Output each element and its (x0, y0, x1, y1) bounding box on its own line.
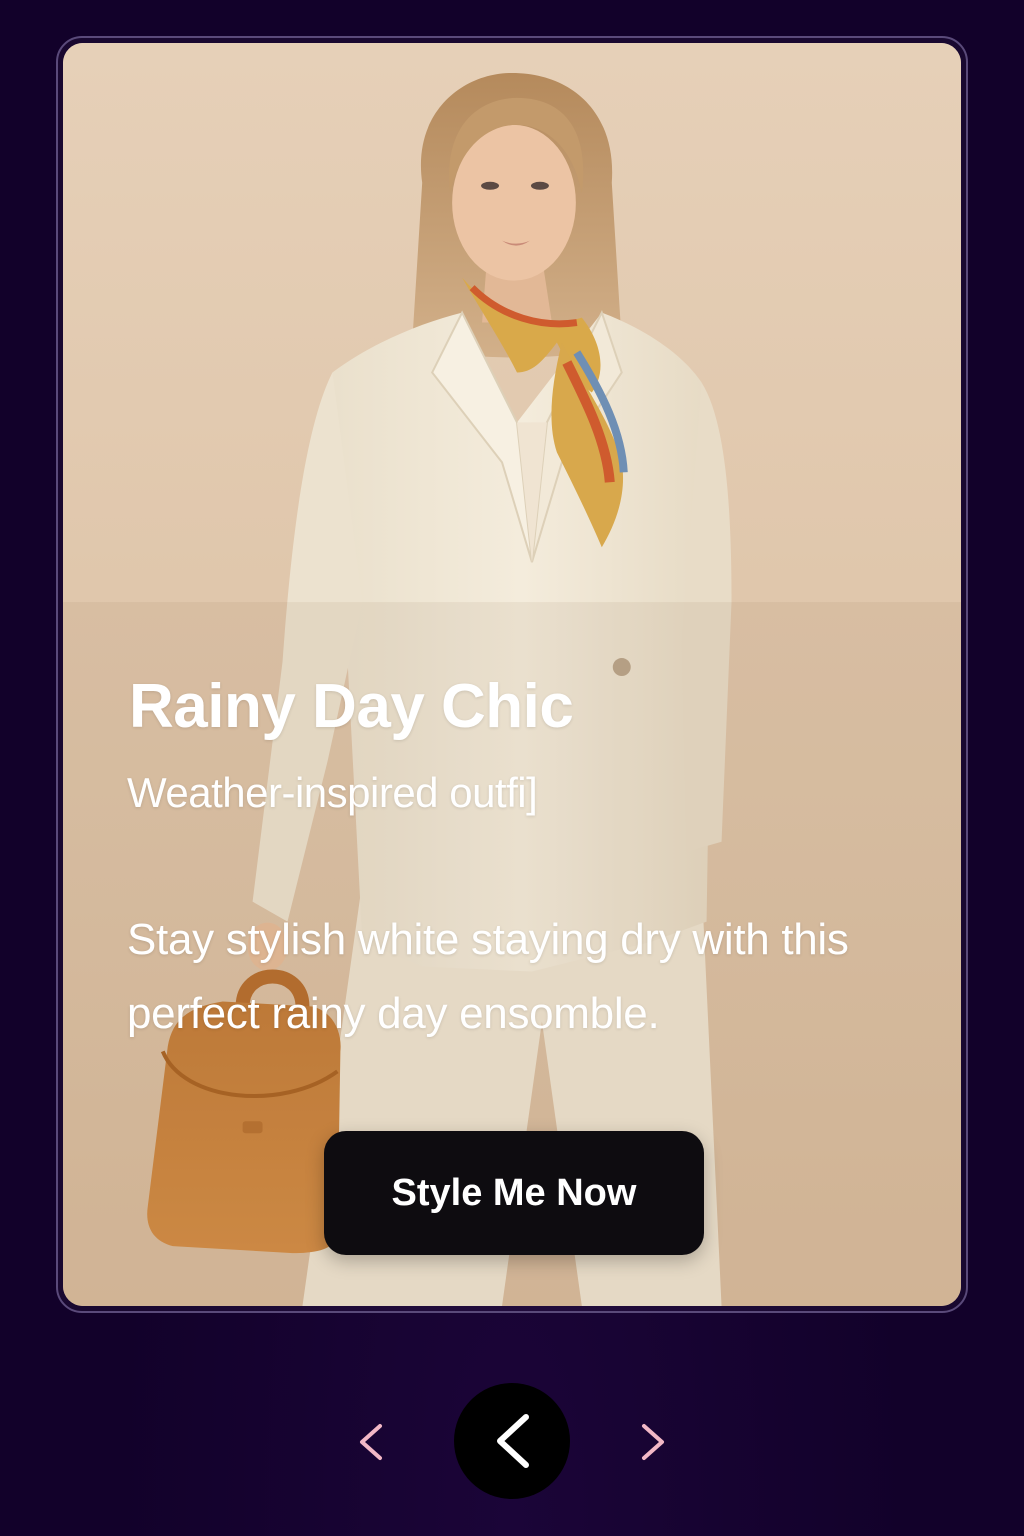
card-subtitle: Weather-inspired outfi] (127, 769, 538, 816)
back-button[interactable] (454, 1383, 570, 1499)
card-description: Stay stylish white staying dry with this… (127, 915, 849, 1038)
next-chevron-icon[interactable] (632, 1418, 672, 1466)
style-me-now-button[interactable]: Style Me Now (324, 1131, 704, 1255)
chevron-left-icon (497, 1414, 529, 1468)
page: Rainy Day Chic Weather-inspired outfi] S… (0, 0, 1024, 1536)
card-title: Rainy Day Chic (129, 672, 574, 741)
previous-chevron-icon[interactable] (352, 1418, 392, 1466)
carousel-navigation (0, 1380, 1024, 1504)
outfit-card: Rainy Day Chic Weather-inspired outfi] S… (63, 43, 961, 1306)
outfit-card-frame: Rainy Day Chic Weather-inspired outfi] S… (56, 36, 968, 1313)
